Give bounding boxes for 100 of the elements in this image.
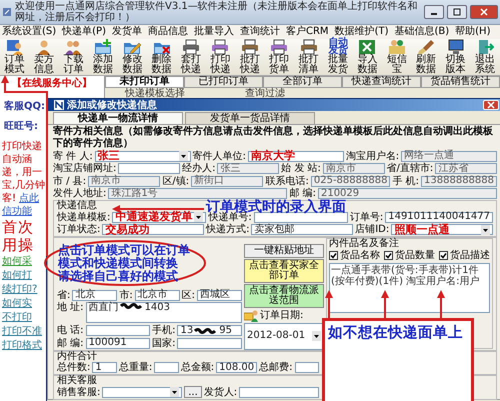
dropdown[interactable] xyxy=(102,386,182,398)
text-field[interactable] xyxy=(177,338,242,349)
text-field[interactable] xyxy=(154,362,179,374)
tab[interactable]: 快递单一物流详情 xyxy=(53,112,183,124)
help-link[interactable]: 如何实 xyxy=(2,297,32,310)
menu-item[interactable]: 快递单(P) xyxy=(60,26,108,38)
text-field[interactable]: 108.00 xyxy=(216,362,258,374)
tab[interactable]: 快递查询统计 xyxy=(342,76,421,88)
text-field[interactable]: 1491011140041477 xyxy=(385,212,494,223)
printer-icon xyxy=(211,39,230,55)
field-label: 淘宝店铺网址: xyxy=(53,163,116,174)
more-button[interactable]: ... xyxy=(184,386,202,398)
people-icon xyxy=(64,39,82,55)
text-area[interactable]: 西直门 1403 xyxy=(86,302,242,322)
field-label: 总件数: xyxy=(57,362,90,374)
tab[interactable]: 货品销售统计 xyxy=(421,76,500,88)
toolbar-button[interactable]: 导入数据 xyxy=(352,39,382,75)
text-field[interactable]: 北京市 xyxy=(134,290,180,301)
dropdown[interactable]: 2012-08-01 xyxy=(244,323,324,350)
text-field[interactable]: 交易成功 xyxy=(102,224,204,236)
toolbar-button[interactable]: 套打快递 xyxy=(176,39,206,75)
toolbar-button[interactable]: 删除数据 xyxy=(146,39,176,75)
toolbar-button[interactable]: 卖方信息 xyxy=(29,39,59,75)
buyer-orders-button[interactable]: 点击查看买家全部订单 xyxy=(244,259,324,283)
text-field[interactable] xyxy=(239,386,320,398)
toolbar-button[interactable]: 下载订单 xyxy=(58,39,88,75)
menu-item[interactable]: 数据维护(T) xyxy=(332,26,390,38)
paste-address-button[interactable]: 一键粘贴地址 xyxy=(244,244,324,258)
tab[interactable]: 未打印订单 xyxy=(105,76,184,88)
text-field[interactable] xyxy=(254,212,348,223)
toolbar-button[interactable]: 退出系统 xyxy=(470,39,500,75)
promo-text: 打印快递 xyxy=(2,141,42,153)
close-button[interactable] xyxy=(470,5,498,19)
text-field[interactable]: 西城区 xyxy=(197,290,242,301)
tab[interactable]: 全部订单 xyxy=(263,76,342,88)
text-field[interactable]: 卖家包邮 xyxy=(251,224,354,236)
tab[interactable]: 已打印订单 xyxy=(184,76,263,88)
field-label: 区/镇: xyxy=(162,176,190,187)
text-area[interactable]: 一点通手表带(货号:手表带)计1件(按年付费)(1件) 淘宝用户名:用户 xyxy=(329,263,490,313)
checkbox[interactable] xyxy=(329,251,338,260)
toolbar-button[interactable]: 修改数据 xyxy=(118,39,147,75)
help-link[interactable]: 打印不准 xyxy=(2,325,42,338)
field-label: 总邮费: xyxy=(259,362,292,374)
toolbar-button[interactable]: 自动发货 批量发货 xyxy=(323,39,353,75)
field-label: 发件人地址: xyxy=(53,188,106,200)
toolbar-button[interactable]: 刷新数据 xyxy=(411,39,441,75)
toolbar-button[interactable]: 批打快递 xyxy=(235,39,265,75)
menu-item[interactable]: 帮助(H) xyxy=(453,26,492,38)
text-field[interactable]: 13 95 xyxy=(177,325,242,336)
help-link[interactable]: 不打印 xyxy=(2,311,32,324)
dropdown[interactable]: 照顺一点通 xyxy=(391,224,493,236)
toolbar-button[interactable]: 打印货单 xyxy=(264,39,294,75)
menu-item[interactable]: 商品信息 xyxy=(146,26,190,38)
menu-item[interactable]: 发货单 xyxy=(110,26,144,38)
promo-text: 递，用一 xyxy=(2,167,42,179)
menu-item[interactable]: 系统设置(S) xyxy=(0,26,58,38)
help-link[interactable]: 打印格式 xyxy=(2,339,42,352)
field-label: 国家: xyxy=(152,338,176,349)
field-label: 订单日期: xyxy=(260,310,304,321)
text-field[interactable]: 南京大学 xyxy=(248,150,344,162)
checkbox[interactable] xyxy=(384,251,393,260)
help-link[interactable]: 续打印? xyxy=(2,283,38,296)
field-label: 市: xyxy=(119,290,133,301)
toolbar-button[interactable]: 添加数据 xyxy=(88,39,118,75)
maximize-button[interactable] xyxy=(447,5,467,19)
menu-item[interactable]: 查询统计 xyxy=(238,26,282,38)
text-field[interactable]: 100091 xyxy=(86,338,150,349)
toolbar-button[interactable]: 批打清单 xyxy=(294,39,324,75)
text-field[interactable] xyxy=(294,362,319,374)
menu-item[interactable]: 基础信息(B) xyxy=(392,26,452,38)
minimize-button[interactable] xyxy=(424,5,444,19)
text-field[interactable] xyxy=(86,325,150,336)
field-label: 寄 件 人: xyxy=(53,150,93,162)
field-label: 淘宝用户名: xyxy=(346,150,400,162)
text-field[interactable]: 北京 xyxy=(72,290,118,301)
text-field[interactable] xyxy=(118,163,180,174)
headline-text: 首次 xyxy=(2,219,34,236)
toolbar-button[interactable]: 切换版本 xyxy=(440,39,470,75)
field-label: 寄件人单位: xyxy=(192,150,246,162)
help-link[interactable]: 如何打 xyxy=(2,269,32,282)
checkbox[interactable] xyxy=(439,251,448,260)
field-label: 经办人: xyxy=(182,163,216,174)
menu-item[interactable]: 客户CRM xyxy=(284,26,331,38)
dropdown[interactable]: 张三 xyxy=(94,150,191,162)
tab[interactable]: 发货单一货品详情 xyxy=(185,112,315,124)
promo-link[interactable]: 信功能 xyxy=(2,206,32,218)
field-label: 手 机: xyxy=(392,176,420,187)
toolbar-button[interactable]: 短信宝 xyxy=(382,39,412,75)
toolbar-button[interactable]: 订单模式 xyxy=(0,39,30,75)
delivery-range-button[interactable]: 点击查看物流派送范围 xyxy=(244,284,324,308)
filter-label: 查询过滤 xyxy=(245,88,285,100)
help-link[interactable]: 如何采 xyxy=(2,255,32,268)
menu-item[interactable]: 批量导入 xyxy=(192,26,236,38)
toolbar-button[interactable]: 打印快递 xyxy=(206,39,236,75)
text-field[interactable]: 1 xyxy=(92,362,117,374)
caret-icon xyxy=(480,224,490,235)
close-icon xyxy=(480,8,488,16)
checkbox-label: 货品名称 xyxy=(340,250,380,262)
dropdown[interactable]: 中通速递发货单 xyxy=(112,212,206,223)
promo-link[interactable]: 点此 xyxy=(19,193,40,205)
